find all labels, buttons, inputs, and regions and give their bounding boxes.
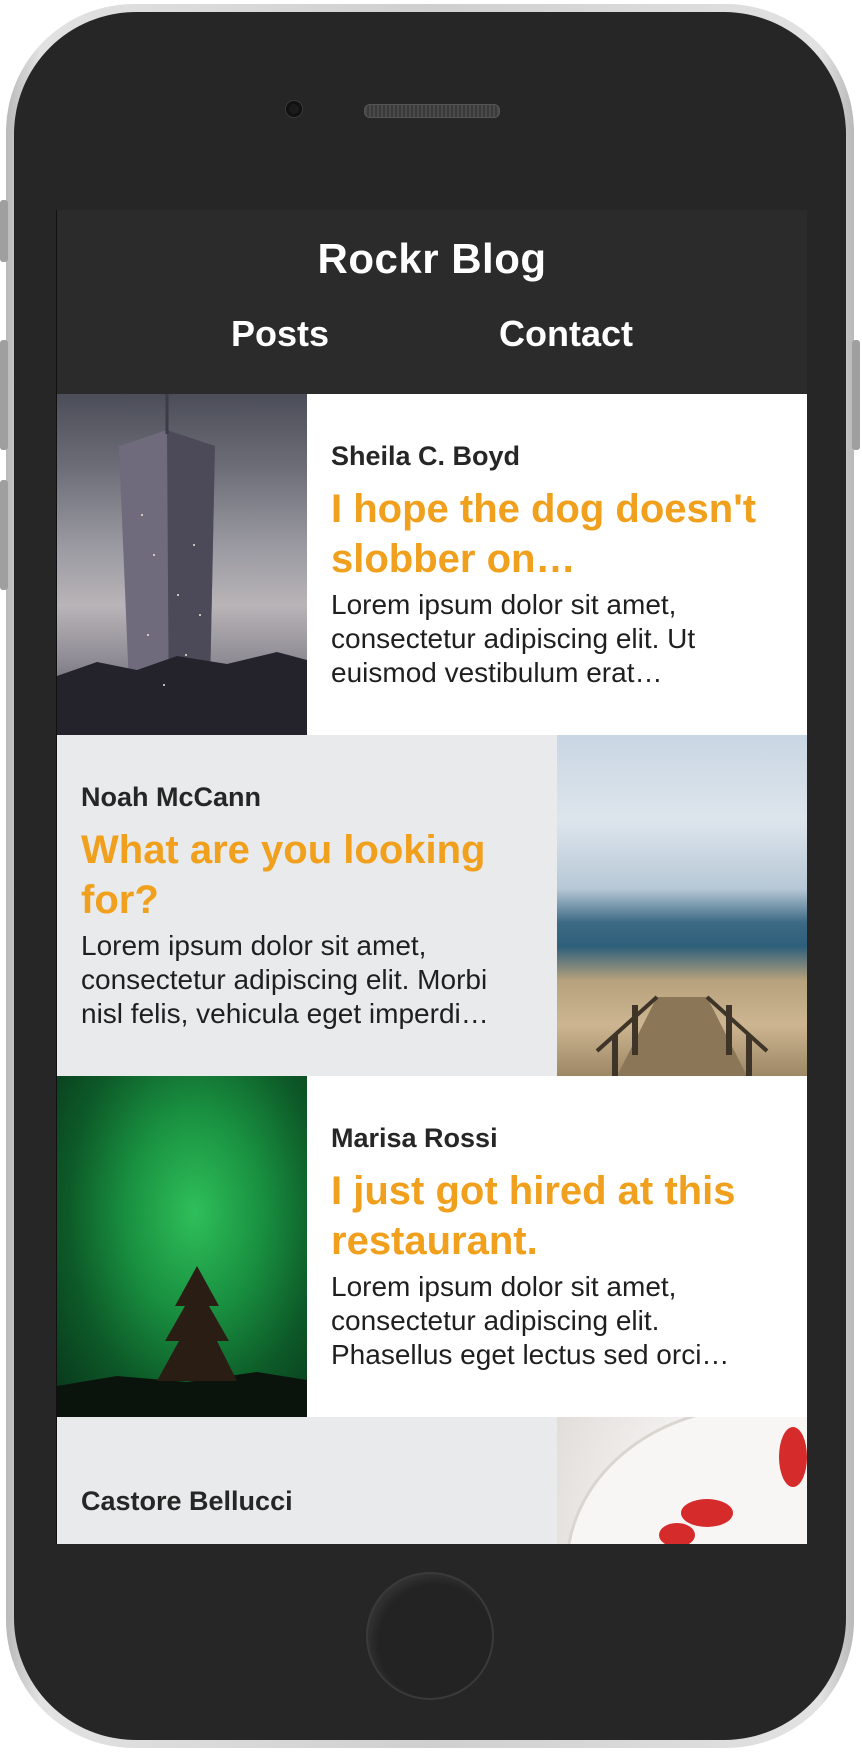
- mute-switch: [0, 200, 8, 262]
- front-camera-icon: [286, 101, 302, 117]
- nav-posts-link[interactable]: Posts: [231, 314, 329, 354]
- post-author: Noah McCann: [81, 781, 262, 812]
- post-image-beach: [557, 735, 807, 1076]
- beach-stairs-icon: [595, 995, 769, 1076]
- post-excerpt: Lorem ipsum dolor sit amet, consectetur …: [331, 1270, 730, 1370]
- post-card[interactable]: Marisa Rossi I just got hired at this re…: [57, 1076, 807, 1417]
- post-image-aurora: [57, 1076, 307, 1417]
- post-card[interactable]: Sheila C. Boyd I hope the dog doesn't sl…: [57, 394, 807, 735]
- site-nav: Posts Contact: [57, 314, 807, 354]
- post-title[interactable]: I just got hired at this restaurant.: [331, 1166, 783, 1266]
- post-content: Sheila C. Boyd I hope the dog doesn't sl…: [307, 394, 807, 735]
- volume-down-button: [0, 480, 8, 590]
- dessert-bowl-icon: [567, 1417, 807, 1544]
- pine-tree-icon: [57, 1266, 307, 1417]
- post-content: Noah McCann What are you looking for? Lo…: [57, 735, 557, 1076]
- site-header: Rockr Blog Posts Contact: [57, 210, 807, 394]
- post-author: Castore Bellucci: [81, 1486, 293, 1516]
- site-title: Rockr Blog: [317, 235, 547, 282]
- home-button[interactable]: [366, 1572, 494, 1700]
- post-excerpt: Lorem ipsum dolor sit amet, consectetur …: [331, 588, 696, 688]
- volume-up-button: [0, 340, 8, 450]
- nav-contact-link[interactable]: Contact: [499, 314, 633, 354]
- post-image-dessert: [557, 1417, 807, 1544]
- post-image-skyscraper: [57, 394, 307, 735]
- post-content: Castore Bellucci: [57, 1417, 557, 1544]
- phone-screen: Rockr Blog Posts Contact Sheila C. Boyd …: [56, 210, 807, 1544]
- post-excerpt: Lorem ipsum dolor sit amet, consectetur …: [81, 929, 489, 1029]
- post-author: Sheila C. Boyd: [331, 440, 521, 471]
- post-card[interactable]: Castore Bellucci: [57, 1417, 807, 1544]
- earpiece-speaker-icon: [364, 104, 500, 118]
- skyscraper-icon: [57, 394, 307, 735]
- post-author: Marisa Rossi: [331, 1122, 498, 1153]
- post-title[interactable]: I hope the dog doesn't slobber on…: [331, 484, 783, 584]
- power-button: [852, 340, 860, 450]
- post-title[interactable]: What are you looking for?: [81, 825, 533, 925]
- post-content: Marisa Rossi I just got hired at this re…: [307, 1076, 807, 1417]
- post-card[interactable]: Noah McCann What are you looking for? Lo…: [57, 735, 807, 1076]
